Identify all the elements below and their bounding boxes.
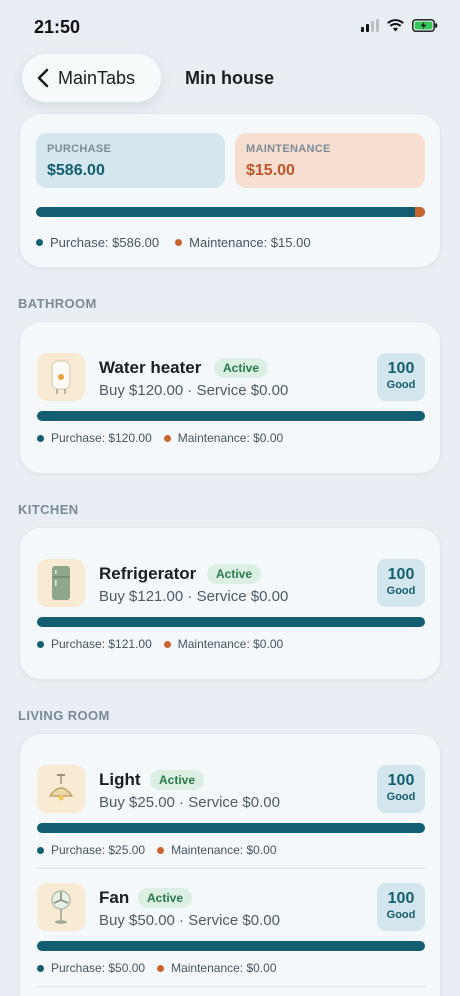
- wifi-icon: [387, 19, 404, 32]
- section-card-kitchen: Refrigerator Active Buy $121.00 · Servic…: [19, 527, 441, 680]
- section-label-kitchen: KITCHEN: [18, 502, 79, 517]
- score-value: 100: [387, 360, 415, 377]
- purchase-dot: [37, 846, 44, 854]
- legend-purchase: Purchase: $120.00: [51, 431, 152, 445]
- item-name: Refrigerator: [99, 564, 197, 583]
- item-costs: Buy $120.00 · Service $0.00: [99, 382, 289, 399]
- legend-maintenance: Maintenance: $0.00: [177, 431, 284, 445]
- legend-purchase: Purchase: $121.00: [51, 637, 152, 651]
- item-legend: Purchase: $121.00 Maintenance: $0.00: [37, 637, 283, 651]
- section-card-living-room: Light Active Buy $25.00 · Service $0.00 …: [19, 733, 441, 996]
- status-badge: Active: [138, 888, 193, 908]
- back-button-label: MainTabs: [58, 67, 136, 88]
- condition-score: 100 Good: [377, 765, 425, 813]
- item-name: Water heater: [99, 358, 202, 377]
- item-divider: [37, 986, 425, 987]
- maintenance-total: MAINTENANCE $15.00: [235, 133, 425, 188]
- status-badge: Active: [214, 358, 269, 378]
- maintenance-fill: [415, 207, 425, 217]
- item-divider: [37, 868, 425, 869]
- status-time: 21:50: [34, 17, 81, 37]
- score-value: 100: [387, 890, 415, 907]
- condition-score: 100 Good: [377, 559, 425, 607]
- item-light[interactable]: Light Active Buy $25.00 · Service $0.00 …: [20, 765, 442, 869]
- item-name: Light: [99, 770, 141, 789]
- purchase-dot: [36, 239, 43, 246]
- score-label: Good: [386, 379, 416, 391]
- refrigerator-icon: [37, 559, 85, 607]
- score-label: Good: [386, 791, 416, 803]
- purchase-value: $586.00: [47, 162, 105, 179]
- item-legend: Purchase: $25.00 Maintenance: $0.00: [37, 843, 277, 857]
- legend-maintenance: Maintenance: $15.00: [189, 235, 311, 250]
- page-title: Min house: [185, 68, 274, 88]
- maintenance-value: $15.00: [246, 162, 295, 179]
- cost-summary-card: PURCHASE $586.00 MAINTENANCE $15.00 Purc…: [19, 113, 441, 268]
- score-label: Good: [386, 909, 416, 921]
- item-costs: Buy $50.00 · Service $0.00: [99, 912, 280, 929]
- score-label: Good: [386, 585, 416, 597]
- item-costs: Buy $121.00 · Service $0.00: [99, 588, 289, 605]
- item-cost-bar: [37, 411, 425, 421]
- ceiling-light-icon: [37, 765, 85, 813]
- maintenance-label: MAINTENANCE: [246, 143, 331, 155]
- legend-maintenance: Maintenance: $0.00: [177, 637, 284, 651]
- section-label-living-room: LIVING ROOM: [18, 708, 110, 723]
- maintenance-dot: [157, 964, 165, 972]
- cost-legend: Purchase: $586.00 Maintenance: $15.00: [36, 235, 311, 250]
- status-badge: Active: [150, 770, 205, 790]
- chevron-left-icon: [37, 68, 49, 88]
- water-heater-icon: [37, 353, 85, 401]
- legend-maintenance: Maintenance: $0.00: [171, 961, 277, 975]
- purchase-dot: [37, 434, 44, 442]
- item-legend: Purchase: $120.00 Maintenance: $0.00: [37, 431, 283, 445]
- maintenance-dot: [163, 640, 171, 648]
- condition-score: 100 Good: [377, 883, 425, 931]
- legend-maintenance: Maintenance: $0.00: [171, 843, 277, 857]
- back-button[interactable]: MainTabs: [22, 54, 161, 102]
- status-icons: [361, 19, 438, 32]
- legend-purchase: Purchase: $586.00: [50, 235, 160, 250]
- maintenance-dot: [157, 846, 165, 854]
- item-refrigerator[interactable]: Refrigerator Active Buy $121.00 · Servic…: [20, 559, 442, 677]
- status-badge: Active: [207, 564, 262, 584]
- maintenance-dot: [163, 434, 171, 442]
- item-costs: Buy $25.00 · Service $0.00: [99, 794, 280, 811]
- item-cost-bar: [37, 823, 425, 833]
- item-name: Fan: [99, 888, 130, 907]
- maintenance-dot: [175, 239, 183, 246]
- score-value: 100: [387, 772, 415, 789]
- condition-score: 100 Good: [377, 353, 425, 401]
- purchase-dot: [37, 640, 44, 648]
- item-water-heater[interactable]: Water heater Active Buy $120.00 · Servic…: [20, 353, 442, 471]
- legend-purchase: Purchase: $50.00: [51, 961, 146, 975]
- status-bar: 21:50: [0, 0, 460, 52]
- purchase-dot: [37, 964, 44, 972]
- purchase-label: PURCHASE: [47, 143, 112, 155]
- score-value: 100: [387, 566, 415, 583]
- purchase-total: PURCHASE $586.00: [36, 133, 225, 188]
- legend-purchase: Purchase: $25.00: [51, 843, 146, 857]
- section-card-bathroom: Water heater Active Buy $120.00 · Servic…: [19, 321, 441, 474]
- signal-icon: [361, 19, 379, 32]
- item-legend: Purchase: $50.00 Maintenance: $0.00: [37, 961, 277, 975]
- battery-charging-icon: [412, 19, 438, 32]
- item-fan[interactable]: Fan Active Buy $50.00 · Service $0.00 10…: [20, 883, 442, 987]
- item-cost-bar: [37, 941, 425, 951]
- item-cost-bar: [37, 617, 425, 627]
- section-label-bathroom: BATHROOM: [18, 296, 97, 311]
- cost-split-bar: [36, 207, 425, 217]
- fan-icon: [37, 883, 85, 931]
